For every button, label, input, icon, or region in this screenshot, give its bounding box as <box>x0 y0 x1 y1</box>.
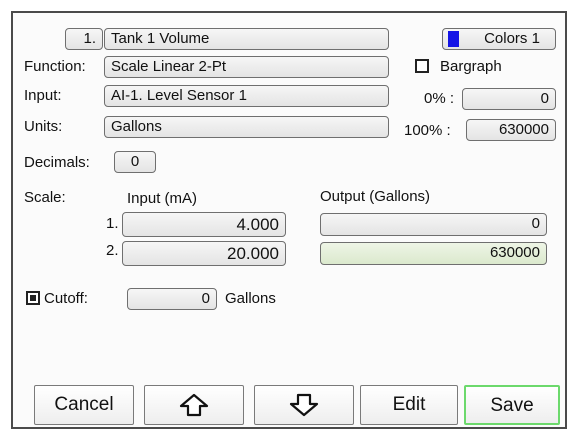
scale-row-2-index: 2. <box>106 242 119 259</box>
item-name-field[interactable]: Tank 1 Volume <box>104 28 389 50</box>
high-percent-field[interactable]: 630000 <box>466 119 556 141</box>
item-number-field[interactable]: 1. <box>65 28 103 50</box>
low-percent-field[interactable]: 0 <box>462 88 556 110</box>
colors-button[interactable]: Colors 1 <box>442 28 556 50</box>
colors-button-label: Colors 1 <box>484 30 540 47</box>
low-percent-label: 0% : <box>424 90 455 107</box>
function-label: Function: <box>24 58 86 75</box>
decimals-field[interactable]: 0 <box>114 151 156 173</box>
high-percent-label: 100% : <box>404 122 451 139</box>
scale-output-header: Output (Gallons) <box>320 188 431 205</box>
edit-button[interactable]: Edit <box>360 385 458 425</box>
scale-label: Scale: <box>24 189 66 206</box>
decimals-label: Decimals: <box>24 154 90 171</box>
scale-row-2-output[interactable]: 630000 <box>320 242 547 265</box>
scale-row-2-input[interactable]: 20.000 <box>122 241 286 266</box>
move-up-button[interactable] <box>144 385 244 425</box>
move-down-button[interactable] <box>254 385 354 425</box>
arrow-down-icon <box>289 393 319 422</box>
units-label: Units: <box>24 118 63 135</box>
bargraph-checkbox[interactable] <box>415 59 429 73</box>
color-swatch <box>448 31 459 47</box>
save-button[interactable]: Save <box>464 385 560 425</box>
scale-row-1-input[interactable]: 4.000 <box>122 212 286 237</box>
arrow-up-icon <box>179 393 209 422</box>
units-field[interactable]: Gallons <box>104 116 389 138</box>
input-label: Input: <box>24 87 62 104</box>
scale-row-1-index: 1. <box>106 215 119 232</box>
cancel-button[interactable]: Cancel <box>34 385 134 425</box>
bargraph-label: Bargraph <box>440 58 502 75</box>
function-field[interactable]: Scale Linear 2-Pt <box>104 56 389 78</box>
cutoff-field[interactable]: 0 <box>127 288 217 310</box>
cutoff-units: Gallons <box>225 290 276 307</box>
cutoff-check-mark <box>30 295 36 301</box>
scale-input-header: Input (mA) <box>127 190 198 207</box>
cutoff-label: Cutoff: <box>44 290 88 307</box>
input-field[interactable]: AI-1. Level Sensor 1 <box>104 85 389 107</box>
cutoff-checkbox[interactable] <box>26 291 40 305</box>
scale-row-1-output[interactable]: 0 <box>320 213 547 236</box>
